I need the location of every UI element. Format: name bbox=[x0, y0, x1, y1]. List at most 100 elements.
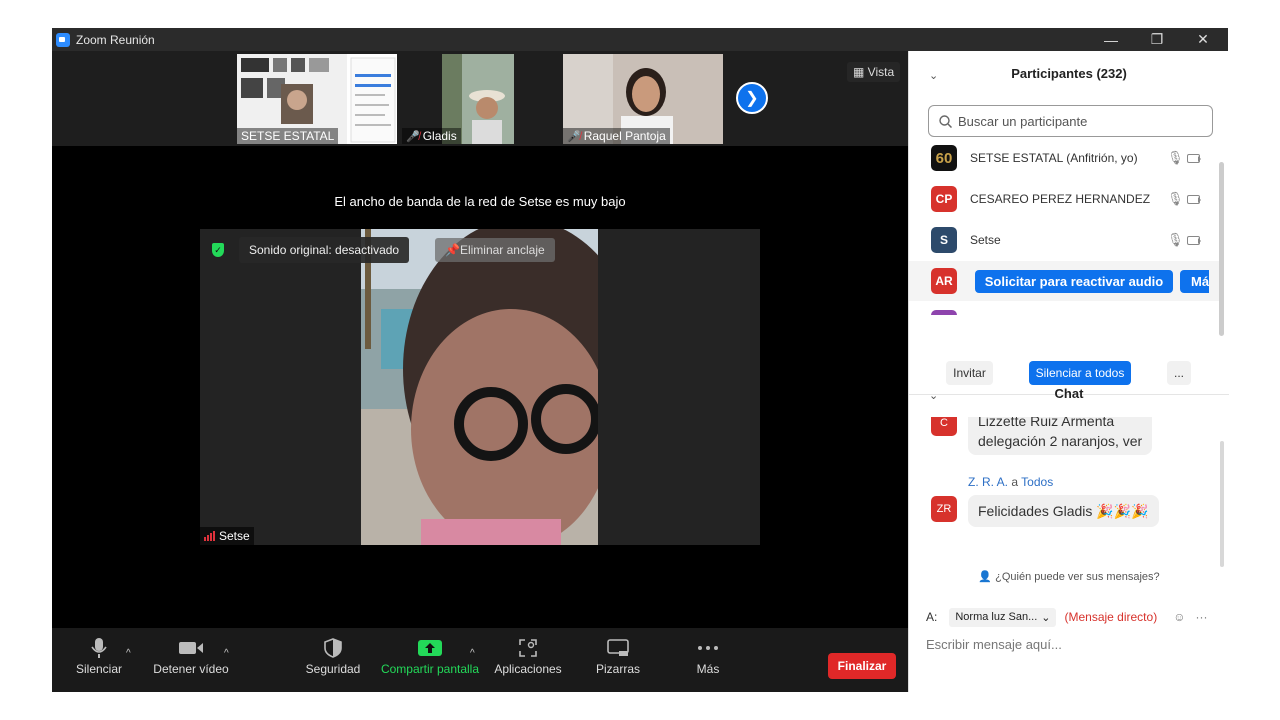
side-panel: ⌄ Participantes (232) Buscar un particip… bbox=[908, 51, 1229, 692]
share-screen-button[interactable]: Compartir pantalla bbox=[380, 634, 480, 690]
emoji-icon[interactable]: ☺ bbox=[1173, 610, 1185, 624]
participant-name: Setse bbox=[970, 233, 1001, 247]
participant-row[interactable]: AR Solicitar para reactivar audio Má bbox=[909, 261, 1219, 301]
message-line: Lizzette Ruiz Armenta bbox=[978, 417, 1115, 429]
mute-options-chevron-icon[interactable]: ^ bbox=[126, 648, 131, 659]
more-button[interactable]: Más bbox=[688, 634, 728, 690]
apps-icon bbox=[519, 634, 537, 662]
recipient-name: Todos bbox=[1021, 475, 1054, 489]
close-button[interactable]: ✕ bbox=[1180, 28, 1226, 51]
unpin-button[interactable]: 📌 Eliminar anclaje bbox=[435, 238, 555, 262]
recipient-value: Norma luz San... bbox=[955, 610, 1038, 623]
invite-button[interactable]: Invitar bbox=[946, 361, 993, 385]
camera-icon[interactable] bbox=[1187, 235, 1201, 245]
video-tile[interactable]: 🎤̸ Raquel Pantoja bbox=[563, 54, 723, 144]
microphone-icon[interactable]: 🎙 bbox=[1167, 150, 1184, 166]
avatar: ZR bbox=[931, 496, 957, 522]
active-speaker-video[interactable]: ✓ Sonido original: desactivado 📌 Elimina… bbox=[200, 229, 760, 545]
chat-scrollbar[interactable] bbox=[1220, 441, 1224, 567]
signal-bars-icon bbox=[204, 531, 215, 541]
direct-message-tag: (Mensaje directo) bbox=[1064, 610, 1158, 624]
microphone-icon[interactable]: 🎙 bbox=[1167, 232, 1184, 248]
participant-row[interactable]: CP CESAREO PEREZ HERNANDEZ 🎙 bbox=[909, 179, 1219, 219]
chat-message-input[interactable]: Escribir mensaje aquí... bbox=[926, 637, 1062, 652]
mute-button[interactable]: Silenciar bbox=[70, 634, 128, 690]
microphone-icon[interactable]: 🎙 bbox=[1167, 191, 1184, 207]
participants-scrollbar[interactable] bbox=[1219, 162, 1224, 336]
participant-name: SETSE ESTATAL bbox=[241, 129, 335, 143]
visibility-icon: 👤 bbox=[978, 571, 996, 583]
whiteboards-label: Pizarras bbox=[595, 662, 640, 676]
pin-icon: 📌 bbox=[445, 243, 460, 257]
video-tile[interactable]: 🎤̸ Gladis bbox=[402, 54, 514, 144]
who-sees-label: ¿Quién puede ver sus mensajes? bbox=[995, 571, 1160, 583]
mute-all-button[interactable]: Silenciar a todos bbox=[1029, 361, 1131, 385]
avatar: 60 bbox=[931, 145, 957, 171]
chat-recipient-row: A: Norma luz San... ⌄ (Mensaje directo) ☺… bbox=[926, 607, 1216, 627]
muted-mic-icon: 🎤̸ bbox=[406, 130, 420, 143]
shield-icon bbox=[324, 634, 342, 662]
more-dots-icon bbox=[697, 634, 719, 662]
chat-message: Lizzette Ruiz Armenta delegación 2 naran… bbox=[968, 417, 1153, 455]
participant-search-input[interactable]: Buscar un participante bbox=[928, 105, 1213, 137]
window-title: Zoom Reunión bbox=[76, 32, 155, 47]
share-options-chevron-icon[interactable]: ^ bbox=[470, 648, 475, 659]
stop-video-label: Detener vídeo bbox=[153, 662, 229, 676]
avatar: CP bbox=[931, 186, 957, 212]
original-sound-toggle[interactable]: Sonido original: desactivado bbox=[239, 237, 410, 263]
zoom-window: Zoom Reunión — ❐ ✕ SETSE ESTATAL 🎤̸ Glad… bbox=[52, 28, 1229, 692]
meeting-toolbar: Silenciar ^ Detener vídeo ^ Seguridad Co… bbox=[52, 628, 908, 692]
to-label: A: bbox=[926, 610, 938, 624]
video-options-chevron-icon[interactable]: ^ bbox=[224, 648, 229, 659]
whiteboard-icon bbox=[607, 634, 629, 662]
main-stage: El ancho de banda de la red de Setse es … bbox=[52, 146, 908, 628]
view-label: Vista bbox=[867, 65, 895, 79]
meeting-area: SETSE ESTATAL 🎤̸ Gladis 🎤̸ Raquel Pantoj… bbox=[52, 51, 908, 628]
chat-title: Chat bbox=[1054, 386, 1084, 401]
ask-unmute-button[interactable]: Solicitar para reactivar audio bbox=[975, 270, 1173, 293]
participant-name: CESAREO PEREZ HERNANDEZ bbox=[970, 192, 1151, 206]
muted-mic-icon: 🎤̸ bbox=[567, 130, 581, 143]
avatar: S bbox=[931, 227, 957, 253]
gallery-strip: SETSE ESTATAL 🎤̸ Gladis 🎤̸ Raquel Pantoj… bbox=[52, 51, 908, 146]
who-can-see-link[interactable]: 👤 ¿Quién puede ver sus mensajes? bbox=[909, 570, 1229, 583]
view-button[interactable]: ▦ Vista bbox=[847, 62, 901, 82]
restore-button[interactable]: ❐ bbox=[1134, 28, 1180, 51]
chevron-down-icon: ⌄ bbox=[1041, 611, 1051, 624]
next-page-arrow-icon[interactable]: ❯ bbox=[736, 82, 768, 114]
more-dots-icon[interactable]: ··· bbox=[1195, 610, 1207, 624]
speaker-name: Setse bbox=[219, 529, 250, 543]
minimize-button[interactable]: — bbox=[1088, 28, 1134, 51]
share-screen-label: Compartir pantalla bbox=[380, 662, 480, 676]
participants-title: Participantes (232) bbox=[1011, 66, 1127, 81]
recipient-dropdown[interactable]: Norma luz San... ⌄ bbox=[949, 607, 1057, 627]
search-icon bbox=[939, 114, 952, 128]
participant-name: Raquel Pantoja bbox=[583, 129, 666, 143]
camera-icon[interactable] bbox=[1187, 194, 1201, 204]
tile-label: 🎤̸ Gladis bbox=[402, 128, 461, 144]
participant-row[interactable]: 60 SETSE ESTATAL (Anfitrión, yo) 🎙 bbox=[909, 138, 1219, 178]
more-options-button[interactable]: ... bbox=[1167, 361, 1191, 385]
apps-button[interactable]: Aplicaciones bbox=[492, 634, 564, 690]
speaker-name-tag: Setse bbox=[200, 527, 254, 545]
participant-more-button[interactable]: Má bbox=[1180, 270, 1209, 293]
whiteboards-button[interactable]: Pizarras bbox=[592, 634, 644, 690]
avatar: AR bbox=[931, 268, 957, 294]
zoom-logo-icon bbox=[56, 32, 70, 47]
tile-label: SETSE ESTATAL bbox=[237, 128, 339, 144]
search-placeholder: Buscar un participante bbox=[958, 113, 1088, 129]
stop-video-button[interactable]: Detener vídeo bbox=[152, 634, 230, 690]
sender-name: Z. R. A. bbox=[968, 475, 1009, 489]
camera-icon[interactable] bbox=[1187, 153, 1201, 163]
participant-row[interactable]: S Setse 🎙 bbox=[909, 220, 1219, 260]
video-camera-icon bbox=[178, 634, 204, 662]
security-shield-icon: ✓ bbox=[212, 243, 224, 257]
apps-label: Aplicaciones bbox=[494, 662, 562, 676]
message-line: delegación 2 naranjos, ver bbox=[978, 433, 1143, 449]
security-button[interactable]: Seguridad bbox=[302, 634, 364, 690]
more-label: Más bbox=[696, 662, 720, 676]
mute-label: Silenciar bbox=[75, 662, 123, 676]
chat-message: Felicidades Gladis 🎉🎉🎉 bbox=[968, 495, 1159, 527]
video-tile[interactable]: SETSE ESTATAL bbox=[237, 54, 397, 144]
end-meeting-button[interactable]: Finalizar bbox=[828, 653, 896, 679]
